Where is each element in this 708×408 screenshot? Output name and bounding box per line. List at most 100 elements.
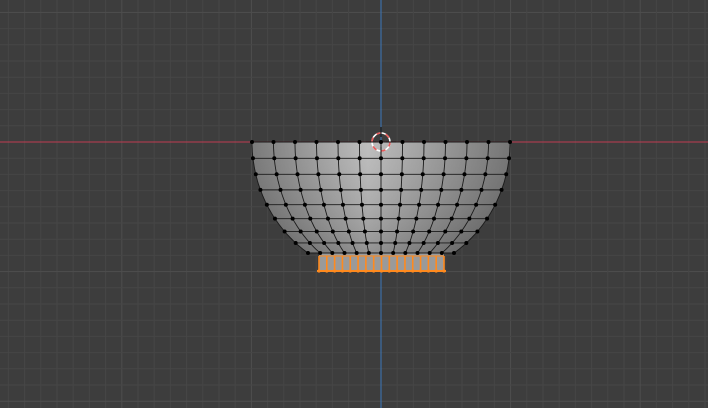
mesh-vertex (485, 216, 490, 221)
mesh-vertex (452, 251, 456, 255)
mesh-vertex (250, 156, 255, 161)
mesh-vertex (272, 156, 277, 161)
mesh-vertex (443, 156, 448, 161)
mesh-vertex (504, 172, 509, 177)
mesh-vertex (407, 240, 412, 245)
mesh-vertex (455, 202, 460, 207)
mesh-vertex (316, 172, 321, 177)
mesh-vertex (399, 172, 404, 177)
mesh-vertex (322, 240, 327, 245)
mesh-vertex (366, 251, 371, 255)
mesh-vertex (340, 202, 345, 207)
mesh-vertex (274, 172, 279, 177)
mesh-vertex (354, 251, 359, 255)
mesh-vertex (450, 240, 455, 245)
mesh-vertex (435, 240, 440, 245)
mesh-vertex (359, 202, 364, 207)
mesh-vertex (459, 187, 464, 192)
mesh-vertex (459, 229, 464, 234)
mesh-vertex (449, 216, 454, 221)
mesh-vertex (272, 216, 277, 221)
mesh-vertex (379, 240, 383, 245)
mesh-vertex (486, 140, 491, 144)
mesh-vertex (417, 202, 422, 207)
mesh-vertex (427, 251, 432, 255)
mesh-vertex (357, 156, 362, 161)
mesh-vertex (283, 202, 288, 207)
mesh-vertex (379, 216, 383, 221)
mesh-vertex (342, 251, 347, 255)
mesh-vertex (302, 202, 307, 207)
mesh-vertex (314, 140, 319, 144)
mesh-vertex (379, 229, 383, 234)
mesh-vertex (307, 240, 312, 245)
mesh-vertex (361, 216, 366, 221)
mesh-vertex (321, 202, 326, 207)
mesh-vertex (308, 216, 313, 221)
mesh-vertex (411, 229, 416, 234)
mesh-vertex (282, 229, 287, 234)
mesh-vertex (439, 187, 444, 192)
mesh-vertex (393, 240, 398, 245)
mesh-vertex (483, 172, 488, 177)
selected-foot-faces[interactable] (317, 253, 446, 273)
mesh-vertex (464, 240, 469, 245)
mesh-vertex (330, 229, 335, 234)
mesh-vertex (465, 140, 469, 144)
mesh-vertex (343, 216, 348, 221)
mesh-vertex (415, 251, 420, 255)
mesh-vertex (479, 187, 484, 192)
mesh-vertex (290, 216, 295, 221)
mesh-vertex (422, 140, 426, 144)
mesh-vertex (439, 251, 444, 255)
mesh-vertex (391, 251, 396, 255)
mesh-vertex (336, 240, 341, 245)
mesh-vertex (419, 187, 424, 192)
mesh-vertex (421, 156, 426, 161)
mesh-vertex (350, 240, 355, 245)
mesh-vertex (485, 156, 490, 161)
mesh-vertex (508, 140, 512, 144)
mesh-vertex (337, 172, 342, 177)
mesh-vertex (403, 251, 408, 255)
mesh-vertex (271, 140, 276, 144)
mesh-vertex (499, 187, 504, 192)
mesh-vertex (379, 251, 383, 255)
mesh-vertex (293, 156, 298, 161)
3d-viewport[interactable] (0, 0, 708, 408)
mesh-vertex (507, 156, 512, 161)
mesh-vertex (250, 140, 254, 144)
mesh-vertex (400, 156, 405, 161)
mesh-vertex (398, 202, 403, 207)
mesh-vertex (427, 229, 432, 234)
mesh-vertex (421, 240, 426, 245)
mesh-vertex (278, 187, 283, 192)
mesh-vertex (395, 229, 400, 234)
mesh-vertex (475, 229, 480, 234)
mesh-vertex (414, 216, 419, 221)
mesh-vertex (362, 229, 367, 234)
mesh-vertex (338, 187, 343, 192)
mesh-vertex (379, 140, 383, 144)
mesh-vertex (443, 140, 448, 144)
mesh-vertex (336, 156, 341, 161)
mesh-vertex (432, 216, 437, 221)
mesh-vertex (358, 172, 363, 177)
mesh-vertex (357, 140, 362, 144)
mesh-vertex (364, 240, 369, 245)
mesh-vertex (400, 140, 405, 144)
mesh-vertex (314, 229, 319, 234)
mesh-vertex (318, 187, 323, 192)
bowl-mesh[interactable] (250, 140, 512, 255)
mesh-vertex (474, 202, 479, 207)
mesh-vertex (396, 216, 401, 221)
viewport-canvas[interactable] (0, 0, 708, 408)
mesh-vertex (336, 140, 340, 144)
mesh-vertex (264, 202, 269, 207)
mesh-vertex (325, 216, 330, 221)
mesh-vertex (306, 251, 310, 255)
mesh-vertex (464, 156, 469, 161)
mesh-vertex (441, 172, 446, 177)
mesh-vertex (330, 251, 335, 255)
mesh-vertex (379, 172, 383, 177)
